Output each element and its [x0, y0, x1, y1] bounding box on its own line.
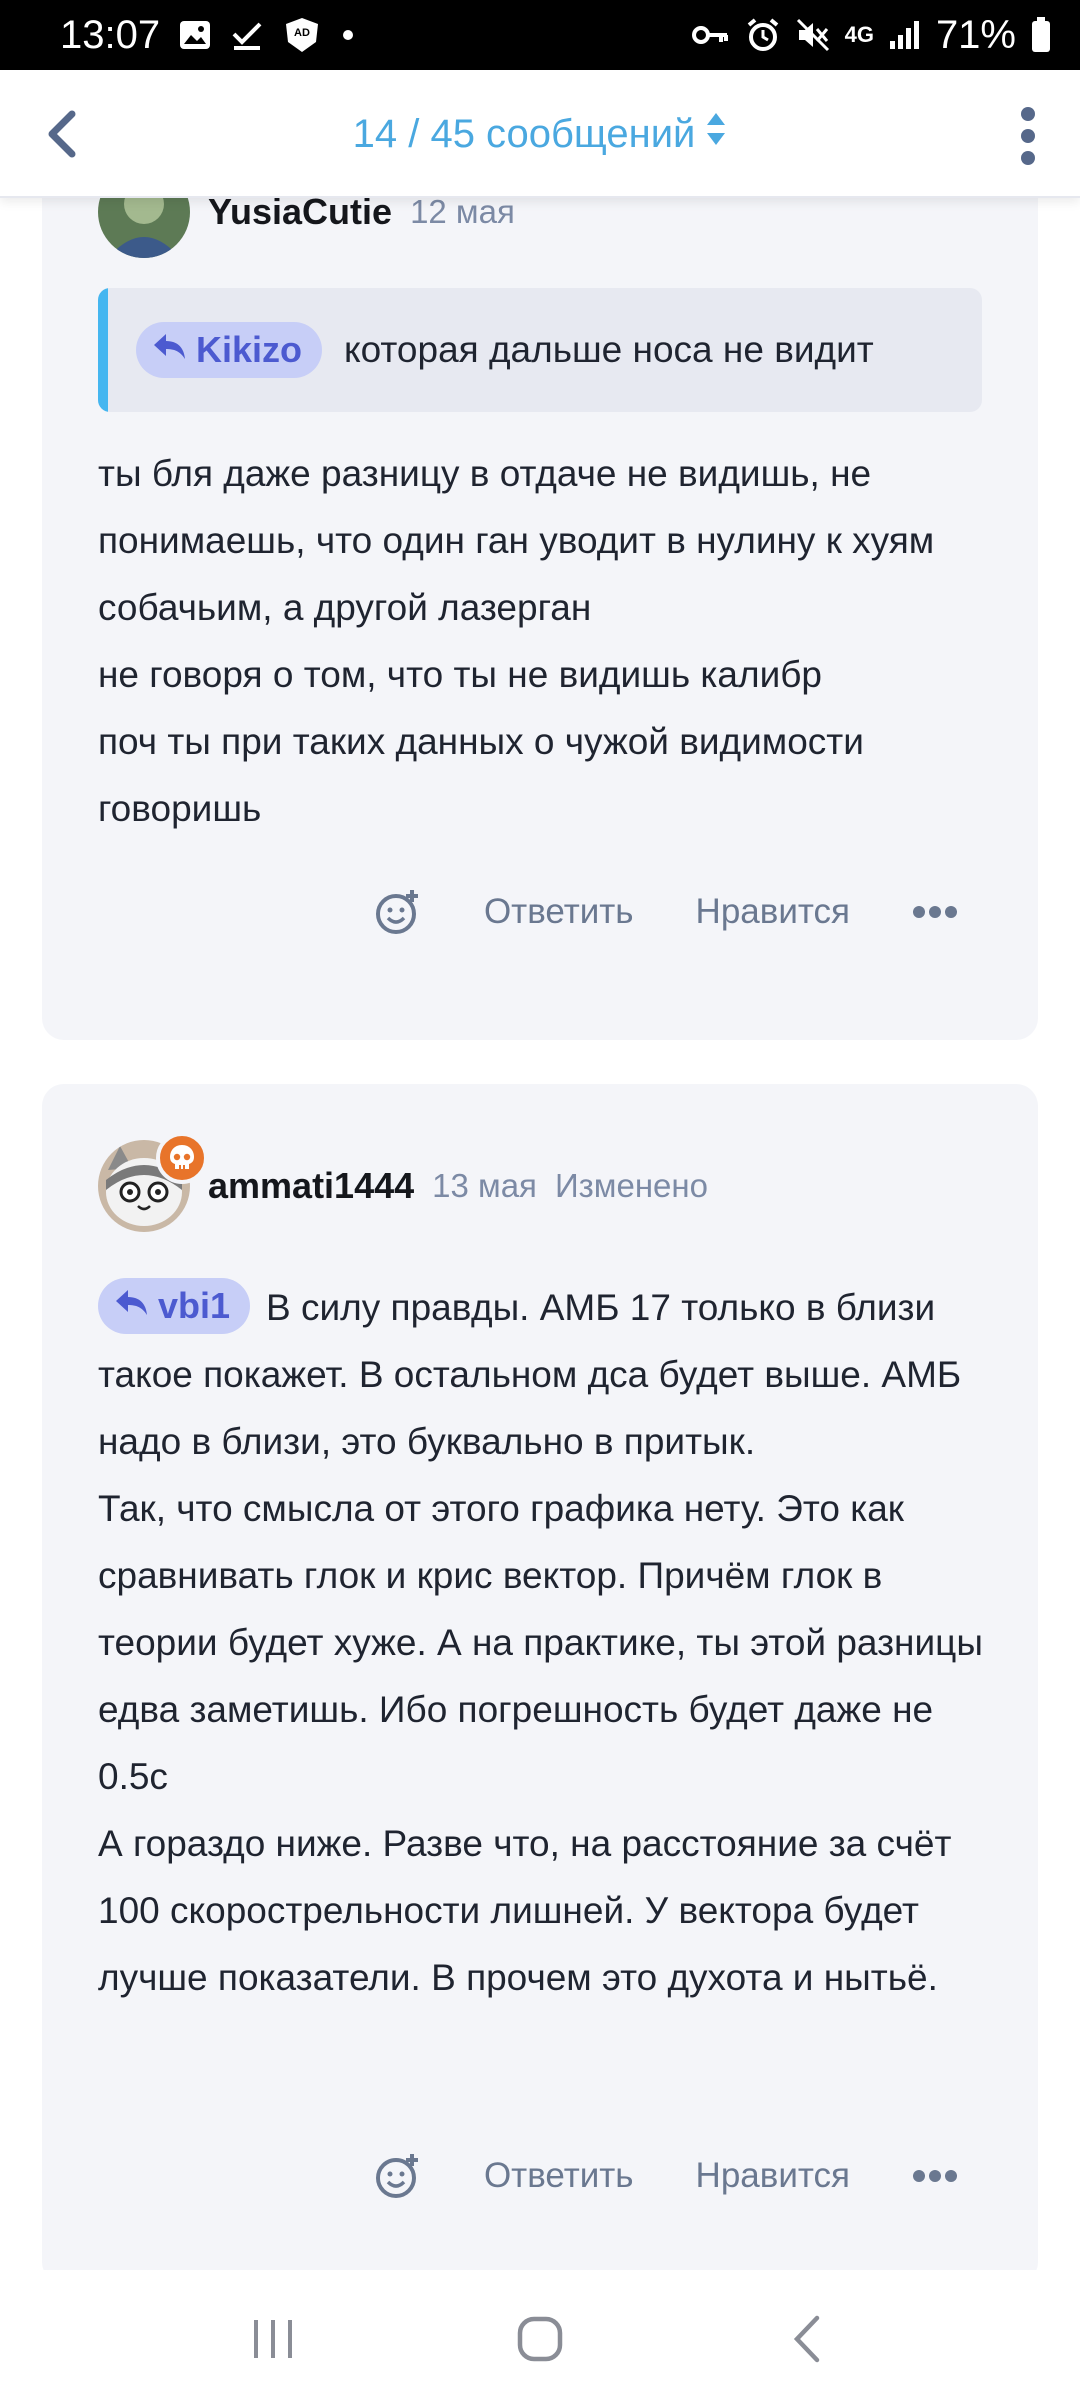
mute-icon [795, 17, 831, 53]
screen: { "status_bar": { "time": "13:07", "netw… [0, 0, 1080, 2408]
system-nav-bar [0, 2270, 1080, 2408]
edited-label[interactable]: Изменено [555, 1167, 708, 1205]
like-button[interactable]: Нравится [696, 892, 850, 932]
reply-button[interactable]: Ответить [484, 2156, 634, 2196]
quote-text: которая дальше носа не видит [344, 329, 874, 370]
quote-bar [98, 288, 108, 412]
battery-icon [1030, 16, 1052, 54]
avatar-wrap [98, 1132, 208, 1232]
post-card: YusiaCutie 12 мая Kikizo которая дальше … [42, 70, 1038, 1040]
home-icon[interactable] [495, 2294, 585, 2384]
recent-apps-icon[interactable] [228, 2294, 318, 2384]
post-actions: Ответить Нравится [374, 888, 958, 936]
check-icon [230, 18, 264, 52]
post-card: ammati1444 13 мая Изменено vbi1 В силу п… [42, 1084, 1038, 2284]
image-icon [178, 18, 212, 52]
sort-arrows-icon [705, 111, 727, 157]
mention-chip[interactable]: vbi1 [98, 1278, 251, 1334]
post-text: ты бля даже разницу в отдаче не видишь, … [98, 453, 935, 829]
reply-arrow-icon [152, 328, 188, 372]
more-menu-icon[interactable] [1016, 106, 1040, 166]
post-date[interactable]: 12 мая [410, 193, 515, 231]
status-time: 13:07 [60, 12, 161, 57]
thread-header: 14 / 45 сообщений [0, 70, 1080, 198]
mention-name: Kikizo [196, 329, 303, 370]
post-actions: Ответить Нравится [374, 2152, 958, 2200]
status-bar: 13:07 AD 4G 71% [0, 0, 1080, 70]
mention-chip[interactable]: Kikizo [136, 322, 323, 378]
reply-button[interactable]: Ответить [484, 892, 634, 932]
battery-percent: 71% [935, 12, 1016, 57]
mention-name: vbi1 [158, 1285, 231, 1326]
signal-icon [888, 19, 922, 51]
dot-icon [340, 27, 356, 43]
message-counter[interactable]: 14 / 45 сообщений [0, 70, 1080, 198]
back-nav-icon[interactable] [762, 2294, 852, 2384]
post-date[interactable]: 13 мая [432, 1167, 537, 1205]
add-reaction-button[interactable] [374, 2152, 422, 2200]
post-body: vbi1 В силу правды. АМБ 17 только в близ… [98, 1274, 998, 2011]
quote-block[interactable]: Kikizo которая дальше носа не видит [98, 288, 982, 412]
reply-arrow-icon [114, 1284, 150, 1328]
svg-text:AD: AD [294, 27, 310, 39]
author-name[interactable]: ammati1444 [208, 1165, 414, 1207]
alarm-icon [745, 17, 781, 53]
thread-content: YusiaCutie 12 мая Kikizo которая дальше … [0, 70, 1080, 2284]
page-title: 14 / 45 сообщений [352, 111, 696, 156]
post-text: В силу правды. АМБ 17 только в близи так… [98, 1287, 983, 1998]
network-type: 4G [844, 22, 874, 47]
like-button[interactable]: Нравится [696, 2156, 850, 2196]
skull-badge-icon [156, 1132, 208, 1184]
more-options-icon[interactable] [912, 905, 958, 919]
more-options-icon[interactable] [912, 2169, 958, 2183]
key-icon [691, 20, 731, 50]
post-author-row: ammati1444 13 мая Изменено [98, 1132, 708, 1232]
add-reaction-button[interactable] [374, 888, 422, 936]
adblocker-icon: AD [282, 16, 322, 54]
